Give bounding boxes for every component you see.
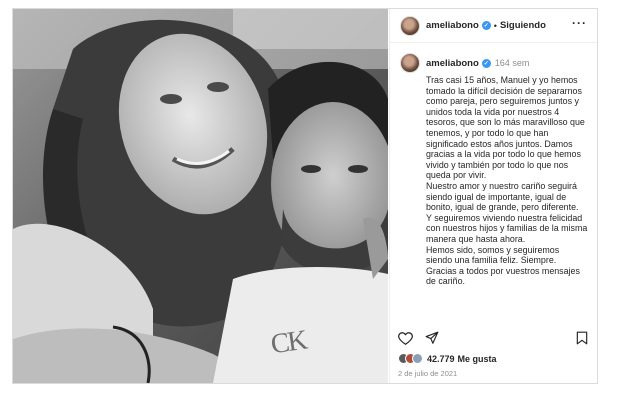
caption-avatar[interactable] xyxy=(400,53,420,73)
instagram-post: CK ameliabono ✓ • Siguiendo ··· ameliabo… xyxy=(12,8,598,384)
bookmark-icon[interactable] xyxy=(576,331,588,345)
more-horizontal-icon[interactable]: ··· xyxy=(572,17,587,29)
action-bar xyxy=(390,327,596,349)
caption-verified-badge-icon: ✓ xyxy=(481,58,491,68)
header-avatar[interactable] xyxy=(400,15,420,36)
liker-avatar xyxy=(412,353,423,364)
header-separator: • xyxy=(493,20,497,31)
likes-count: 42.779 xyxy=(427,353,455,364)
verified-badge-icon: ✓ xyxy=(481,21,491,30)
following-button[interactable]: Siguiendo xyxy=(500,20,546,31)
couple-photo-image xyxy=(13,9,388,383)
post-photo[interactable]: CK xyxy=(13,9,388,383)
post-date[interactable]: 2 de julio de 2021 xyxy=(398,369,457,378)
send-icon[interactable] xyxy=(425,331,439,345)
caption-username[interactable]: ameliabono xyxy=(426,58,479,69)
caption-header: ameliabono ✓ 164 sem xyxy=(400,53,589,73)
header-username[interactable]: ameliabono xyxy=(426,20,479,31)
post-header: ameliabono ✓ • Siguiendo ··· xyxy=(390,9,597,43)
post-side-panel: ameliabono ✓ • Siguiendo ··· ameliabono … xyxy=(389,9,597,383)
caption-area: ameliabono ✓ 164 sem Tras casi 15 años, … xyxy=(390,43,597,287)
caption-text: Tras casi 15 años, Manuel y yo hemos tom… xyxy=(426,75,588,287)
heart-icon[interactable] xyxy=(398,331,413,345)
likes-row[interactable]: 42.779 Me gusta xyxy=(398,353,497,364)
tshirt-logo-text: CK xyxy=(268,324,308,361)
caption-time[interactable]: 164 sem xyxy=(495,58,530,68)
likes-label: Me gusta xyxy=(457,353,497,364)
